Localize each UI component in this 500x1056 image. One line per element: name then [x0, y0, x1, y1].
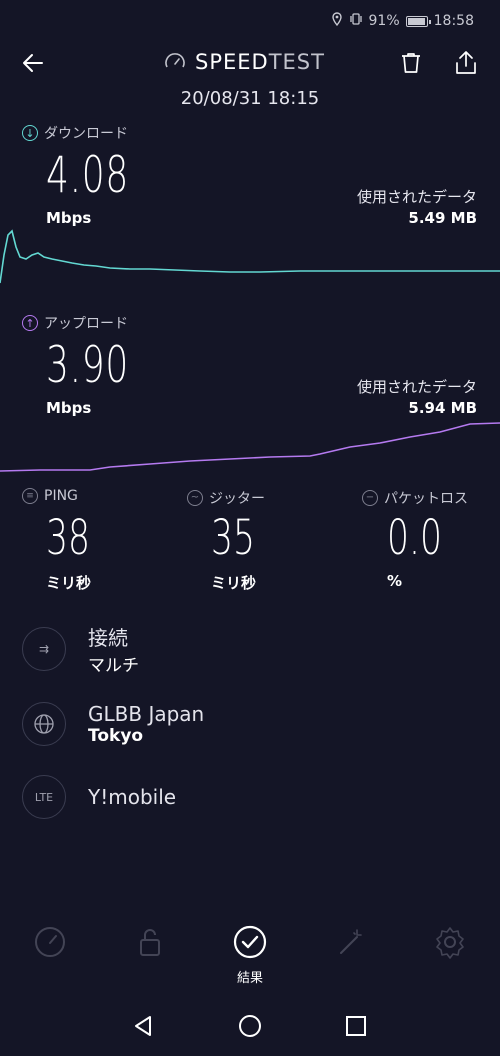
connection-value: マルチ: [88, 656, 139, 676]
nav-speed[interactable]: [10, 925, 90, 963]
system-navigation-bar: [0, 1010, 500, 1050]
connection-title: 接続: [88, 626, 128, 650]
jitter-label: ~ ジッター: [187, 488, 265, 508]
ping-label: ≡ PING: [22, 488, 78, 504]
nav-settings[interactable]: [410, 925, 490, 963]
jitter-unit: ミリ秒: [211, 574, 257, 592]
jitter-value: 35: [211, 510, 255, 566]
share-button[interactable]: [453, 49, 479, 80]
upload-graph: [0, 422, 500, 472]
jitter-label-text: ジッター: [209, 491, 265, 507]
download-graph: [0, 229, 500, 284]
arrow-left-icon: [23, 54, 43, 72]
nav-tools[interactable]: [310, 925, 390, 963]
upload-graph-line: [0, 422, 500, 472]
jitter-wave-icon: ~: [187, 490, 203, 506]
vpn-lock-icon: [140, 929, 160, 956]
delete-button[interactable]: [398, 50, 424, 80]
upload-data-used-value: 5.94 MB: [408, 399, 477, 417]
system-home-button[interactable]: [238, 1014, 262, 1042]
upload-data-used-label: 使用されたデータ: [356, 378, 477, 396]
packet-loss-value: 0.0: [387, 510, 442, 566]
system-recents-button[interactable]: [344, 1014, 368, 1042]
upload-unit: Mbps: [46, 399, 92, 417]
download-graph-line: [0, 229, 500, 284]
server-row[interactable]: GLBB Japan Tokyo: [22, 702, 204, 746]
nav-results-label: 結果: [236, 971, 263, 986]
nav-results[interactable]: 結果: [210, 925, 290, 986]
ping-icon: ≡: [22, 488, 38, 504]
provider-name: Y!mobile: [88, 785, 177, 809]
speedometer-icon: [165, 53, 185, 68]
square-recents-icon: [346, 1016, 366, 1036]
lte-icon: LTE: [22, 775, 66, 819]
ping-unit: ミリ秒: [46, 574, 92, 592]
status-bar: 91% 18:58: [0, 0, 500, 42]
connection-row: ⇉ 接続 マルチ: [22, 622, 139, 676]
packet-loss-unit: %: [387, 572, 403, 590]
app-title: SPEEDTEST: [163, 50, 325, 74]
download-speed: 4.08: [46, 146, 130, 204]
upload-arrow-icon: ↑: [22, 315, 38, 331]
trash-icon: [402, 53, 420, 73]
ping-value: 38: [46, 510, 90, 566]
packet-loss-label: − パケットロス: [362, 488, 468, 508]
speed-icon: [35, 927, 65, 957]
download-arrow-icon: ↓: [22, 125, 38, 141]
results-check-icon: [233, 925, 267, 959]
magic-wand-icon: [340, 929, 362, 954]
download-label: ↓ ダウンロード: [22, 123, 128, 143]
battery-icon: [405, 15, 431, 27]
circle-home-icon: [239, 1015, 261, 1037]
settings-gear-icon: [436, 927, 464, 959]
provider-row: LTE Y!mobile: [22, 775, 176, 819]
test-timestamp: 20/08/31 18:15: [180, 88, 320, 109]
triangle-back-icon: [135, 1016, 151, 1036]
battery-percent: 91%: [368, 13, 400, 29]
upload-label-text: アップロード: [44, 316, 128, 332]
connections-icon: ⇉: [22, 627, 66, 671]
server-location: Tokyo: [88, 726, 144, 746]
share-icon: [456, 51, 476, 74]
vibrate-icon: [349, 12, 363, 30]
title-rest: TEST: [268, 50, 325, 74]
download-label-text: ダウンロード: [44, 126, 128, 142]
packet-loss-icon: −: [362, 490, 378, 506]
title-bold: SPEED: [195, 50, 269, 74]
back-button[interactable]: [20, 50, 46, 80]
nav-vpn[interactable]: [110, 925, 190, 963]
upload-speed: 3.90: [46, 336, 130, 394]
location-icon: [331, 12, 343, 30]
server-name: GLBB Japan: [88, 702, 205, 726]
upload-label: ↑ アップロード: [22, 313, 128, 333]
globe-icon: [22, 702, 66, 746]
packet-loss-label-text: パケットロス: [384, 491, 468, 507]
status-time: 18:58: [433, 13, 474, 29]
ping-label-text: PING: [44, 488, 78, 504]
download-data-used-label: 使用されたデータ: [356, 188, 477, 206]
system-back-button[interactable]: [131, 1014, 155, 1042]
